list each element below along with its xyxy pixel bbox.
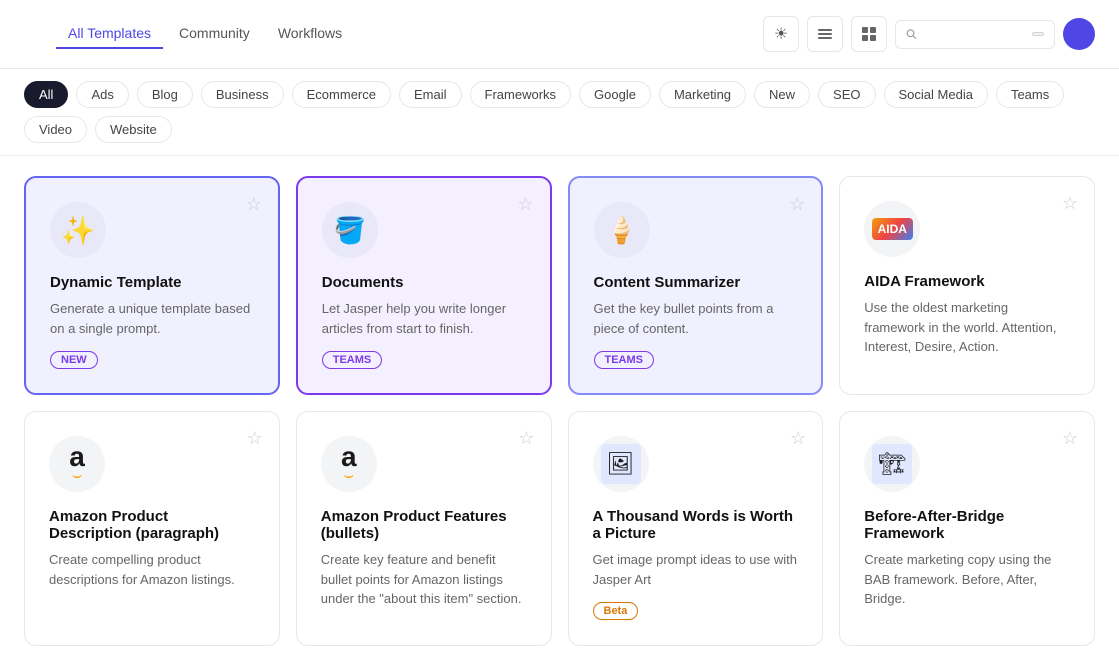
- filter-video[interactable]: Video: [24, 116, 87, 143]
- card-description: Create key feature and benefit bullet po…: [321, 550, 527, 609]
- filter-business[interactable]: Business: [201, 81, 284, 108]
- filter-website[interactable]: Website: [95, 116, 172, 143]
- search-shortcut: [1032, 32, 1044, 36]
- card-title: A Thousand Words is Worth a Picture: [593, 508, 799, 542]
- filter-seo[interactable]: SEO: [818, 81, 875, 108]
- card-title: Content Summarizer: [594, 274, 798, 291]
- picture-icon: 🖼: [593, 436, 649, 492]
- card-title: Before-After-Bridge Framework: [864, 508, 1070, 542]
- filter-all[interactable]: All: [24, 81, 68, 108]
- filter-ads[interactable]: Ads: [76, 81, 128, 108]
- filter-email[interactable]: Email: [399, 81, 462, 108]
- templates-grid: ☆ ✨ Dynamic Template Generate a unique temp…: [0, 156, 1119, 666]
- grid-view-button[interactable]: [851, 16, 887, 52]
- star-button[interactable]: ☆: [1062, 428, 1078, 449]
- main-nav: All TemplatesCommunityWorkflows: [56, 19, 739, 49]
- card-title: Dynamic Template: [50, 274, 254, 291]
- filter-social-media[interactable]: Social Media: [884, 81, 988, 108]
- filter-teams[interactable]: Teams: [996, 81, 1064, 108]
- filter-frameworks[interactable]: Frameworks: [470, 81, 572, 108]
- star-button[interactable]: ☆: [247, 428, 263, 449]
- nav-item-community[interactable]: Community: [167, 19, 262, 49]
- star-button[interactable]: ☆: [518, 428, 534, 449]
- star-button[interactable]: ☆: [517, 194, 533, 215]
- search-box[interactable]: [895, 20, 1055, 49]
- card-description: Let Jasper help you write longer article…: [322, 299, 526, 338]
- amazon-icon: a⌣: [321, 436, 377, 492]
- filter-bar: All Ads Blog Business Ecommerce Email Framewor…: [0, 69, 1119, 156]
- filter-new[interactable]: New: [754, 81, 810, 108]
- bridge-icon: 🏗: [864, 436, 920, 492]
- amazon-icon: a⌣: [49, 436, 105, 492]
- star-button[interactable]: ☆: [789, 194, 805, 215]
- card-aida-framework[interactable]: ☆ AIDA AIDA Framework Use the oldest market…: [839, 176, 1095, 395]
- card-thousand-words[interactable]: ☆ 🖼 A Thousand Words is Worth a Picture Get…: [568, 411, 824, 646]
- card-description: Get image prompt ideas to use with Jaspe…: [593, 550, 799, 589]
- header-actions: ☀: [763, 16, 1095, 52]
- ice-cream-icon: 🍦: [594, 202, 650, 258]
- card-badge: TEAMS: [322, 351, 383, 369]
- card-content-summarizer[interactable]: ☆ 🍦 Content Summarizer Get the key bullet p…: [568, 176, 824, 395]
- avatar[interactable]: [1063, 18, 1095, 50]
- nav-item-workflows[interactable]: Workflows: [266, 19, 354, 49]
- edit-icon: 🪣: [322, 202, 378, 258]
- star-button[interactable]: ☆: [1062, 193, 1078, 214]
- picture-placeholder-icon: 🖼: [601, 444, 641, 484]
- filter-ecommerce[interactable]: Ecommerce: [292, 81, 391, 108]
- sparkle-icon: ✨: [50, 202, 106, 258]
- search-input[interactable]: [923, 27, 1027, 42]
- card-description: Create marketing copy using the BAB fram…: [864, 550, 1070, 609]
- filter-blog[interactable]: Blog: [137, 81, 193, 108]
- bridge-placeholder-icon: 🏗: [872, 444, 912, 484]
- card-before-after-bridge[interactable]: ☆ 🏗 Before-After-Bridge Framework Create ma…: [839, 411, 1095, 646]
- card-badge: Beta: [593, 602, 639, 620]
- theme-toggle-button[interactable]: ☀: [763, 16, 799, 52]
- list-view-button[interactable]: [807, 16, 843, 52]
- card-description: Use the oldest marketing framework in th…: [864, 298, 1070, 357]
- card-documents[interactable]: ☆ 🪣 Documents Let Jasper help you write lon…: [296, 176, 552, 395]
- card-description: Get the key bullet points from a piece o…: [594, 299, 798, 338]
- card-dynamic-template[interactable]: ☆ ✨ Dynamic Template Generate a unique temp…: [24, 176, 280, 395]
- filter-marketing[interactable]: Marketing: [659, 81, 746, 108]
- card-description: Create compelling product descriptions f…: [49, 550, 255, 589]
- card-badge: TEAMS: [594, 351, 655, 369]
- card-title: Amazon Product Description (paragraph): [49, 508, 255, 542]
- card-badge: NEW: [50, 351, 98, 369]
- card-description: Generate a unique template based on a si…: [50, 299, 254, 338]
- aida-icon: AIDA: [864, 201, 920, 257]
- card-title: AIDA Framework: [864, 273, 1070, 290]
- card-amazon-product-description[interactable]: ☆ a⌣ Amazon Product Description (paragraph…: [24, 411, 280, 646]
- card-title: Documents: [322, 274, 526, 291]
- card-title: Amazon Product Features (bullets): [321, 508, 527, 542]
- star-button[interactable]: ☆: [790, 428, 806, 449]
- filter-google[interactable]: Google: [579, 81, 651, 108]
- header: All TemplatesCommunityWorkflows ☀: [0, 0, 1119, 69]
- nav-item-all-templates[interactable]: All Templates: [56, 19, 163, 49]
- star-button[interactable]: ☆: [246, 194, 262, 215]
- card-amazon-product-features[interactable]: ☆ a⌣ Amazon Product Features (bullets) Crea…: [296, 411, 552, 646]
